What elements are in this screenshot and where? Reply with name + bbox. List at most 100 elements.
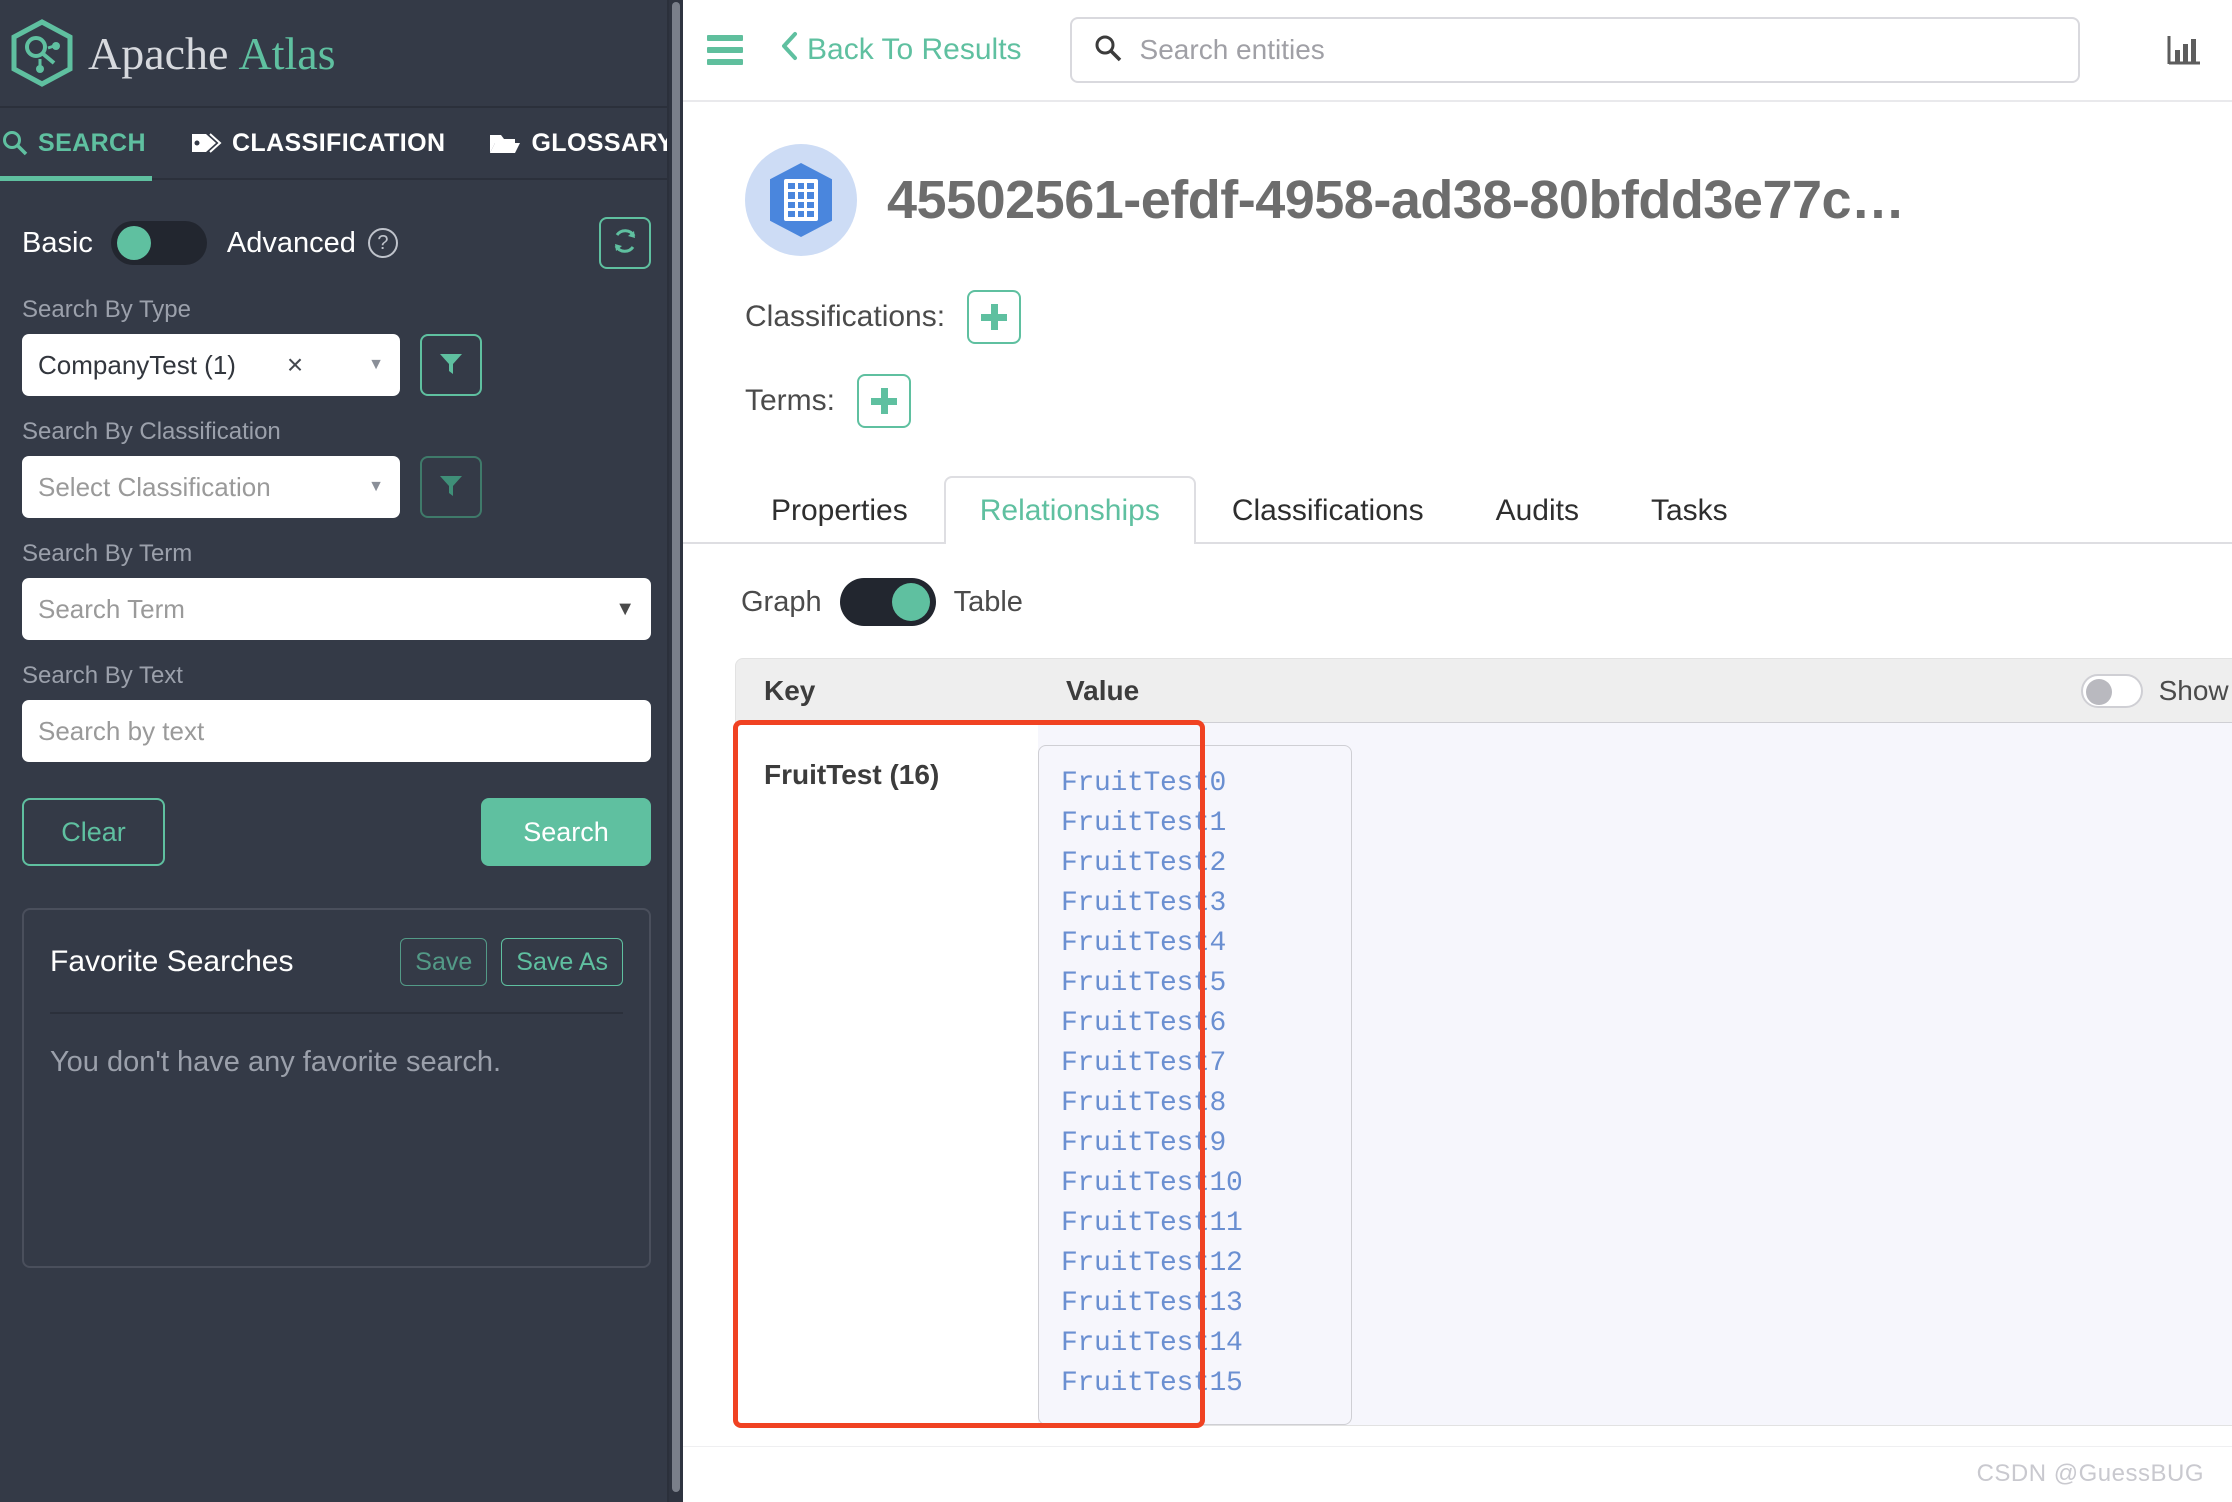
list-item[interactable]: FruitTest8 — [1039, 1084, 1351, 1124]
save-as-button[interactable]: Save As — [501, 938, 623, 986]
search-actions: Clear Search — [22, 798, 651, 866]
list-item[interactable]: FruitTest10 — [1039, 1164, 1351, 1204]
entity-hex-shape — [770, 163, 832, 237]
nav-item-classification-label: CLASSIFICATION — [231, 128, 446, 157]
search-by-type-row: CompanyTest (1) × ▼ — [22, 334, 651, 396]
search-by-classification-row: Select Classification ▼ — [22, 456, 651, 518]
mode-advanced-label: Advanced — [226, 226, 356, 259]
search-by-text-input[interactable]: Search by text — [22, 700, 651, 762]
bar-chart-icon[interactable] — [2162, 28, 2206, 72]
show-empty-control: Show Emp — [2080, 673, 2232, 708]
search-by-text-label: Search By Text — [22, 662, 183, 689]
search-by-classification-label: Search By Classification — [22, 418, 281, 445]
tab-tasks[interactable]: Tasks — [1615, 476, 1764, 544]
search-by-term-placeholder: Search Term — [38, 593, 185, 624]
nav-item-glossary[interactable]: GLOSSARY — [487, 107, 683, 179]
list-item[interactable]: FruitTest12 — [1039, 1244, 1351, 1284]
save-button[interactable]: Save — [400, 938, 488, 986]
search-mode-toggle-row: Basic Advanced ? — [22, 212, 651, 274]
list-item[interactable]: FruitTest5 — [1039, 964, 1351, 1004]
nav-item-glossary-label: GLOSSARY — [531, 128, 675, 157]
search-panel: Basic Advanced ? Search By Type CompanyT… — [0, 180, 683, 1268]
classifications-label: Classifications: — [745, 300, 946, 333]
table-label: Table — [953, 585, 1023, 618]
clear-button[interactable]: Clear — [22, 798, 165, 866]
list-item[interactable]: FruitTest6 — [1039, 1004, 1351, 1044]
entity-tabs: Properties Relationships Classifications… — [683, 474, 2232, 544]
sidebar-scrollbar[interactable] — [669, 0, 683, 1502]
switch-knob — [2085, 678, 2112, 705]
column-header-value: Value — [1066, 674, 1140, 706]
sidebar: Apache Atlas SEARCH CLASSIFICATION GLOSS… — [0, 0, 683, 1502]
hamburger-menu-icon[interactable] — [707, 35, 743, 65]
favorite-searches-card: Favorite Searches Save Save As You don't… — [22, 908, 651, 1268]
switch-knob — [891, 583, 930, 621]
search-button[interactable]: Search — [481, 798, 651, 866]
chevron-down-icon: ▼ — [368, 478, 384, 495]
search-by-type-filter-button[interactable] — [420, 334, 482, 396]
brand-name-primary: Apache — [88, 27, 229, 79]
relationship-value-list: FruitTest0 FruitTest1 FruitTest2 FruitTe… — [1038, 745, 1352, 1425]
show-empty-toggle[interactable] — [2080, 673, 2143, 708]
table-header-row: Key Value Show Emp — [735, 658, 2232, 722]
search-by-text-placeholder: Search by text — [38, 715, 205, 746]
chevron-down-icon: ▼ — [615, 597, 635, 620]
list-item[interactable]: FruitTest14 — [1039, 1324, 1351, 1364]
relationship-key: FruitTest (16) — [764, 759, 940, 790]
list-item[interactable]: FruitTest3 — [1039, 884, 1351, 924]
search-by-classification-placeholder: Select Classification — [38, 471, 271, 502]
search-entities-input[interactable]: Search entities — [1069, 17, 2080, 83]
refresh-icon — [611, 227, 639, 260]
sidebar-scrollbar-thumb[interactable] — [672, 2, 680, 1492]
back-to-results-link[interactable]: Back To Results — [781, 31, 1022, 69]
list-item[interactable]: FruitTest7 — [1039, 1044, 1351, 1084]
search-by-term-label: Search By Term — [22, 540, 193, 567]
list-item[interactable]: FruitTest2 — [1039, 844, 1351, 884]
search-by-term-select[interactable]: Search Term ▼ — [22, 578, 651, 640]
folder-open-icon — [489, 130, 521, 156]
search-by-classification-filter-button[interactable] — [420, 456, 482, 518]
search-by-type-select[interactable]: CompanyTest (1) × ▼ — [22, 334, 400, 396]
graph-table-switch[interactable] — [839, 578, 936, 626]
list-item[interactable]: FruitTest11 — [1039, 1204, 1351, 1244]
list-item[interactable]: FruitTest9 — [1039, 1124, 1351, 1164]
filter-icon — [438, 350, 464, 381]
list-item[interactable]: FruitTest0 — [1039, 764, 1351, 804]
watermark: CSDN @GuessBUG — [1976, 1460, 2204, 1487]
grid-glyph — [784, 179, 818, 221]
nav-item-classification[interactable]: CLASSIFICATION — [188, 107, 465, 179]
topbar: Back To Results Search entities — [683, 0, 2232, 102]
table-row: FruitTest (16) FruitTest0 FruitTest1 Fru… — [735, 722, 2232, 1426]
tab-classifications[interactable]: Classifications — [1196, 476, 1460, 544]
brand-header: Apache Atlas — [0, 0, 683, 108]
refresh-button[interactable] — [599, 217, 651, 269]
show-empty-label: Show Emp — [2158, 674, 2232, 706]
search-mode-switch[interactable] — [110, 221, 207, 265]
switch-knob — [116, 226, 151, 260]
favorite-searches-empty-message: You don't have any favorite search. — [50, 1046, 502, 1078]
list-item[interactable]: FruitTest13 — [1039, 1284, 1351, 1324]
search-by-classification-select[interactable]: Select Classification ▼ — [22, 456, 400, 518]
search-by-type-value: CompanyTest (1) — [38, 349, 236, 380]
entity-detail: 45502561-efdf-4958-ad38-80bfdd3e77c… Cla… — [683, 102, 2232, 1428]
question-circle-icon[interactable]: ? — [367, 228, 398, 258]
add-classification-button[interactable] — [967, 290, 1022, 344]
list-item[interactable]: FruitTest4 — [1039, 924, 1351, 964]
divider — [50, 1012, 623, 1014]
atlas-hexagon-logo-icon — [10, 19, 74, 87]
list-item[interactable]: FruitTest1 — [1039, 804, 1351, 844]
brand-title: Apache Atlas — [88, 27, 336, 80]
list-item[interactable]: FruitTest15 — [1039, 1364, 1351, 1404]
clear-x-icon[interactable]: × — [287, 349, 303, 381]
chevron-down-icon: ▼ — [368, 356, 384, 373]
nav-item-search[interactable]: SEARCH — [0, 107, 166, 181]
main-content: Back To Results Search entities 45502561… — [683, 0, 2232, 1502]
entity-header: 45502561-efdf-4958-ad38-80bfdd3e77c… — [683, 102, 2232, 256]
tab-relationships[interactable]: Relationships — [943, 476, 1196, 544]
tab-properties[interactable]: Properties — [735, 476, 944, 544]
search-entities-placeholder: Search entities — [1139, 34, 1325, 65]
tab-audits[interactable]: Audits — [1460, 476, 1615, 544]
terms-label: Terms: — [745, 384, 835, 417]
favorite-searches-title: Favorite Searches — [50, 945, 294, 978]
add-term-button[interactable] — [857, 374, 911, 428]
